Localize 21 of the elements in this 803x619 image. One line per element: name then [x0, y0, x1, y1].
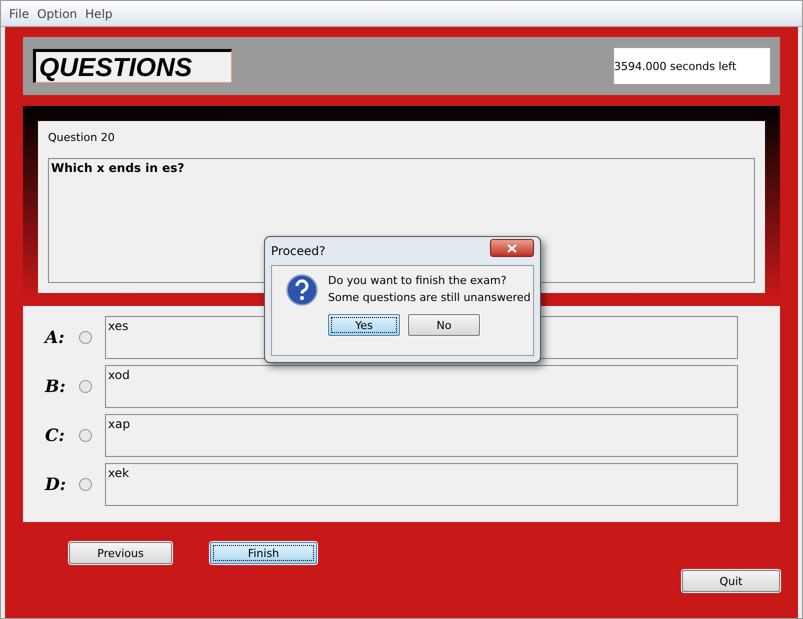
answer-text: xek	[105, 463, 738, 506]
page-title: QUESTIONS	[33, 49, 232, 83]
answer-letter: B:	[45, 376, 67, 396]
menu-item[interactable]: Help	[85, 6, 113, 20]
no-button[interactable]: No	[408, 314, 480, 336]
yes-button[interactable]: Yes	[328, 314, 400, 336]
menu-item[interactable]: Option	[37, 6, 78, 20]
dialog-message: Do you want to finish the exam?	[328, 274, 508, 287]
answer-letter: A:	[45, 328, 66, 348]
dialog-title: Proceed?	[271, 244, 326, 258]
menu-item[interactable]: File	[9, 6, 30, 20]
dialog-detail: Some questions are still unanswered	[328, 291, 531, 304]
quit-button[interactable]: Quit	[682, 570, 780, 592]
timer-label: 3594.000 seconds left	[614, 48, 770, 84]
previous-button[interactable]: Previous	[69, 542, 172, 564]
answer-letter: C:	[45, 426, 66, 446]
answer-letter: D:	[45, 474, 68, 494]
question-number: Question 20	[48, 131, 116, 144]
finish-button[interactable]: Finish	[210, 542, 317, 564]
answer-text: xap	[105, 414, 738, 457]
answer-text: xod	[105, 365, 738, 408]
